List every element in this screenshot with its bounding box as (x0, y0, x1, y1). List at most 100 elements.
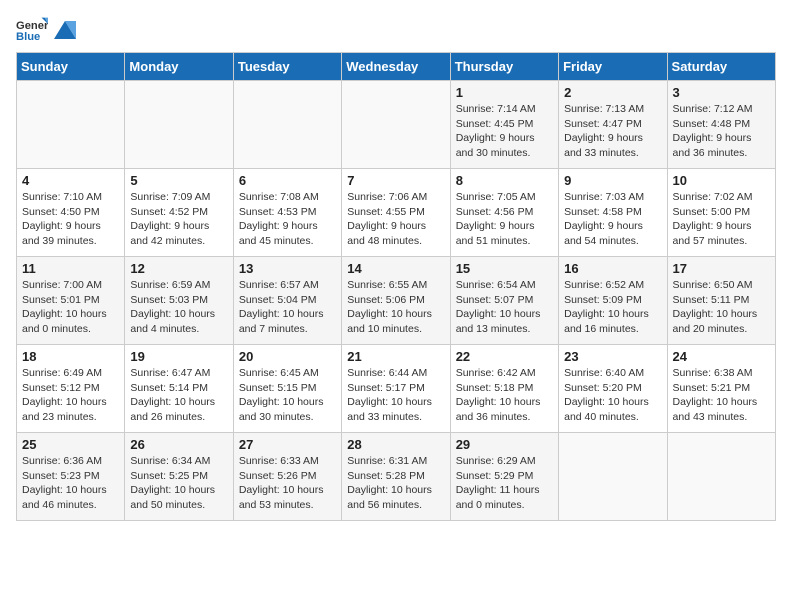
calendar-cell: 10Sunrise: 7:02 AM Sunset: 5:00 PM Dayli… (667, 169, 775, 257)
day-number: 14 (347, 261, 444, 276)
weekday-header-friday: Friday (559, 53, 667, 81)
calendar-cell: 6 Sunrise: 7:08 AM Sunset: 4:53 PM Daylig… (233, 169, 341, 257)
weekday-header-sunday: Sunday (17, 53, 125, 81)
day-number: 3 (673, 85, 770, 100)
weekday-header-thursday: Thursday (450, 53, 558, 81)
day-number: 6 (239, 173, 336, 188)
calendar-week-2: 4 Sunrise: 7:10 AM Sunset: 4:50 PM Daylig… (17, 169, 776, 257)
calendar-cell: 17Sunrise: 6:50 AM Sunset: 5:11 PM Dayli… (667, 257, 775, 345)
day-info: Sunrise: 6:42 AM Sunset: 5:18 PM Dayligh… (456, 366, 553, 425)
day-info: Sunrise: 6:36 AM Sunset: 5:23 PM Dayligh… (22, 454, 119, 513)
calendar-cell: 9 Sunrise: 7:03 AM Sunset: 4:58 PM Daylig… (559, 169, 667, 257)
day-info: Sunrise: 7:12 AM Sunset: 4:48 PM Dayligh… (673, 102, 770, 161)
day-info: Sunrise: 7:09 AM Sunset: 4:52 PM Dayligh… (130, 190, 227, 249)
calendar-cell: 15Sunrise: 6:54 AM Sunset: 5:07 PM Dayli… (450, 257, 558, 345)
day-number: 4 (22, 173, 119, 188)
calendar-cell (233, 81, 341, 169)
day-number: 22 (456, 349, 553, 364)
day-info: Sunrise: 6:44 AM Sunset: 5:17 PM Dayligh… (347, 366, 444, 425)
day-number: 13 (239, 261, 336, 276)
calendar-cell: 7 Sunrise: 7:06 AM Sunset: 4:55 PM Daylig… (342, 169, 450, 257)
day-number: 28 (347, 437, 444, 452)
day-number: 25 (22, 437, 119, 452)
day-number: 15 (456, 261, 553, 276)
calendar-cell: 19 Sunrise: 6:47 AM Sunset: 5:14 PM Dayli… (125, 345, 233, 433)
day-info: Sunrise: 6:49 AM Sunset: 5:12 PM Dayligh… (22, 366, 119, 425)
day-number: 7 (347, 173, 444, 188)
calendar-cell: 16 Sunrise: 6:52 AM Sunset: 5:09 PM Dayli… (559, 257, 667, 345)
calendar-cell (125, 81, 233, 169)
day-info: Sunrise: 6:33 AM Sunset: 5:26 PM Dayligh… (239, 454, 336, 513)
calendar-cell: 28 Sunrise: 6:31 AM Sunset: 5:28 PM Dayli… (342, 433, 450, 521)
day-info: Sunrise: 6:38 AM Sunset: 5:21 PM Dayligh… (673, 366, 770, 425)
day-info: Sunrise: 6:59 AM Sunset: 5:03 PM Dayligh… (130, 278, 227, 337)
logo: General Blue (16, 16, 76, 44)
weekday-row: SundayMondayTuesdayWednesdayThursdayFrid… (17, 53, 776, 81)
day-number: 24 (673, 349, 770, 364)
calendar-table: SundayMondayTuesdayWednesdayThursdayFrid… (16, 52, 776, 521)
weekday-header-monday: Monday (125, 53, 233, 81)
calendar-cell: 12 Sunrise: 6:59 AM Sunset: 5:03 PM Dayli… (125, 257, 233, 345)
day-info: Sunrise: 7:00 AM Sunset: 5:01 PM Dayligh… (22, 278, 119, 337)
day-info: Sunrise: 7:06 AM Sunset: 4:55 PM Dayligh… (347, 190, 444, 249)
weekday-header-saturday: Saturday (667, 53, 775, 81)
day-number: 12 (130, 261, 227, 276)
page-header: General Blue (16, 16, 776, 44)
day-info: Sunrise: 7:13 AM Sunset: 4:47 PM Dayligh… (564, 102, 661, 161)
calendar-cell: 22 Sunrise: 6:42 AM Sunset: 5:18 PM Dayli… (450, 345, 558, 433)
calendar-cell: 4 Sunrise: 7:10 AM Sunset: 4:50 PM Daylig… (17, 169, 125, 257)
day-info: Sunrise: 6:52 AM Sunset: 5:09 PM Dayligh… (564, 278, 661, 337)
day-number: 11 (22, 261, 119, 276)
day-info: Sunrise: 6:45 AM Sunset: 5:15 PM Dayligh… (239, 366, 336, 425)
calendar-week-3: 11 Sunrise: 7:00 AM Sunset: 5:01 PM Dayli… (17, 257, 776, 345)
calendar-week-4: 18 Sunrise: 6:49 AM Sunset: 5:12 PM Dayli… (17, 345, 776, 433)
day-number: 23 (564, 349, 661, 364)
day-number: 21 (347, 349, 444, 364)
svg-text:General: General (16, 20, 48, 32)
calendar-cell: 20 Sunrise: 6:45 AM Sunset: 5:15 PM Dayli… (233, 345, 341, 433)
day-number: 29 (456, 437, 553, 452)
day-number: 2 (564, 85, 661, 100)
calendar-cell: 8 Sunrise: 7:05 AM Sunset: 4:56 PM Daylig… (450, 169, 558, 257)
day-info: Sunrise: 6:29 AM Sunset: 5:29 PM Dayligh… (456, 454, 553, 513)
calendar-cell: 14 Sunrise: 6:55 AM Sunset: 5:06 PM Dayli… (342, 257, 450, 345)
logo-triangle-icon (54, 21, 76, 39)
calendar-body: 1 Sunrise: 7:14 AM Sunset: 4:45 PM Daylig… (17, 81, 776, 521)
day-number: 18 (22, 349, 119, 364)
calendar-cell: 2 Sunrise: 7:13 AM Sunset: 4:47 PM Daylig… (559, 81, 667, 169)
day-number: 26 (130, 437, 227, 452)
day-info: Sunrise: 7:03 AM Sunset: 4:58 PM Dayligh… (564, 190, 661, 249)
day-number: 5 (130, 173, 227, 188)
calendar-cell: 25 Sunrise: 6:36 AM Sunset: 5:23 PM Dayli… (17, 433, 125, 521)
day-number: 8 (456, 173, 553, 188)
day-info: Sunrise: 6:47 AM Sunset: 5:14 PM Dayligh… (130, 366, 227, 425)
day-info: Sunrise: 7:05 AM Sunset: 4:56 PM Dayligh… (456, 190, 553, 249)
day-info: Sunrise: 7:08 AM Sunset: 4:53 PM Dayligh… (239, 190, 336, 249)
calendar-cell: 18 Sunrise: 6:49 AM Sunset: 5:12 PM Dayli… (17, 345, 125, 433)
calendar-cell: 5 Sunrise: 7:09 AM Sunset: 4:52 PM Daylig… (125, 169, 233, 257)
day-number: 19 (130, 349, 227, 364)
calendar-cell: 3 Sunrise: 7:12 AM Sunset: 4:48 PM Daylig… (667, 81, 775, 169)
calendar-cell (342, 81, 450, 169)
day-number: 20 (239, 349, 336, 364)
calendar-cell (17, 81, 125, 169)
calendar-cell: 26Sunrise: 6:34 AM Sunset: 5:25 PM Dayli… (125, 433, 233, 521)
calendar-cell: 21 Sunrise: 6:44 AM Sunset: 5:17 PM Dayli… (342, 345, 450, 433)
day-info: Sunrise: 6:31 AM Sunset: 5:28 PM Dayligh… (347, 454, 444, 513)
day-number: 27 (239, 437, 336, 452)
calendar-cell: 27 Sunrise: 6:33 AM Sunset: 5:26 PM Dayli… (233, 433, 341, 521)
day-info: Sunrise: 7:14 AM Sunset: 4:45 PM Dayligh… (456, 102, 553, 161)
day-number: 1 (456, 85, 553, 100)
weekday-header-tuesday: Tuesday (233, 53, 341, 81)
day-info: Sunrise: 6:55 AM Sunset: 5:06 PM Dayligh… (347, 278, 444, 337)
day-info: Sunrise: 6:57 AM Sunset: 5:04 PM Dayligh… (239, 278, 336, 337)
calendar-cell: 1 Sunrise: 7:14 AM Sunset: 4:45 PM Daylig… (450, 81, 558, 169)
day-number: 9 (564, 173, 661, 188)
calendar-cell (559, 433, 667, 521)
day-info: Sunrise: 7:10 AM Sunset: 4:50 PM Dayligh… (22, 190, 119, 249)
calendar-cell: 24 Sunrise: 6:38 AM Sunset: 5:21 PM Dayli… (667, 345, 775, 433)
day-number: 16 (564, 261, 661, 276)
svg-text:Blue: Blue (16, 31, 40, 43)
calendar-cell: 13 Sunrise: 6:57 AM Sunset: 5:04 PM Dayli… (233, 257, 341, 345)
calendar-cell: 11 Sunrise: 7:00 AM Sunset: 5:01 PM Dayli… (17, 257, 125, 345)
